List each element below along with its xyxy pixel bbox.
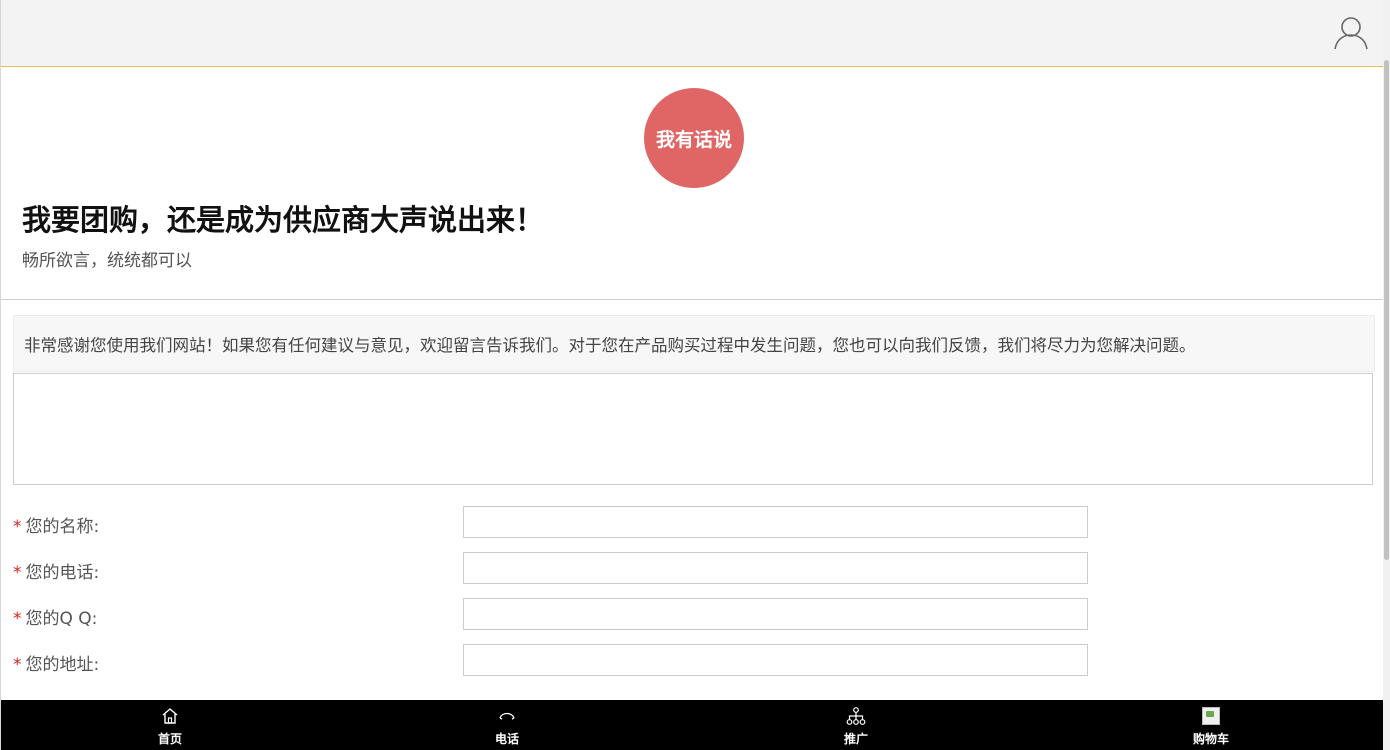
page: 我有话说 我要团购，还是成为供应商大声说出来！ 畅所欲言，统统都可以 非常感谢您… [0,0,1390,750]
field-label-text: 您的名称: [25,517,100,537]
field-label-qq: * 您的Q Q: [13,604,97,629]
name-input[interactable] [463,506,1088,538]
required-mark: * [13,563,22,583]
address-input[interactable] [463,644,1088,676]
form-row-qq: * 您的Q Q: [13,598,1113,630]
nav-item-home[interactable]: 首页 [130,700,210,750]
nav-label-home: 首页 [157,732,182,746]
form-row-phone: * 您的电话: [13,552,1113,584]
qq-input[interactable] [463,598,1088,630]
field-label-text: 您的Q Q: [25,609,98,629]
field-label-text: 您的地址: [25,655,100,675]
form-row-name: * 您的名称: [13,506,1113,538]
nav-label-phone: 电话 [494,732,519,746]
notice-text: 非常感谢您使用我们网站！如果您有任何建议与意见，欢迎留言告诉我们。对于您在产品购… [13,315,1375,372]
broken-image-icon [1202,707,1220,725]
main-content: 我有话说 我要团购，还是成为供应商大声说出来！ 畅所欲言，统统都可以 非常感谢您… [0,68,1384,700]
user-icon[interactable] [1333,16,1369,50]
phone-icon [499,712,515,720]
speak-badge: 我有话说 [644,88,744,188]
nav-item-promote[interactable]: 推广 [816,700,896,750]
required-mark: * [13,655,22,675]
message-textarea[interactable] [13,373,1373,485]
field-label-address: * 您的地址: [13,650,99,675]
page-title: 我要团购，还是成为供应商大声说出来！ [22,203,545,237]
home-icon [162,708,178,724]
nav-item-phone[interactable]: 电话 [467,700,547,750]
nav-label-cart: 购物车 [1192,732,1229,746]
cart-image-icon [1201,706,1221,726]
required-mark: * [13,517,22,537]
phone-input[interactable] [463,552,1088,584]
nav-item-cart[interactable]: 购物车 [1171,700,1251,750]
required-mark: * [13,609,22,629]
nav-label-promote: 推广 [843,732,868,746]
form-row-address: * 您的地址: [13,644,1113,676]
top-bar [0,0,1383,67]
field-label-phone: * 您的电话: [13,558,99,583]
scrollbar-thumb[interactable] [1384,60,1389,560]
page-subtitle: 畅所欲言，统统都可以 [22,251,192,271]
section-divider [1,299,1384,300]
field-label-text: 您的电话: [25,563,100,583]
bottom-nav: 首页 电话 推广 购物车 [0,700,1383,750]
scrollbar[interactable] [1383,0,1390,750]
network-icon [846,707,866,725]
field-label-name: * 您的名称: [13,512,99,537]
